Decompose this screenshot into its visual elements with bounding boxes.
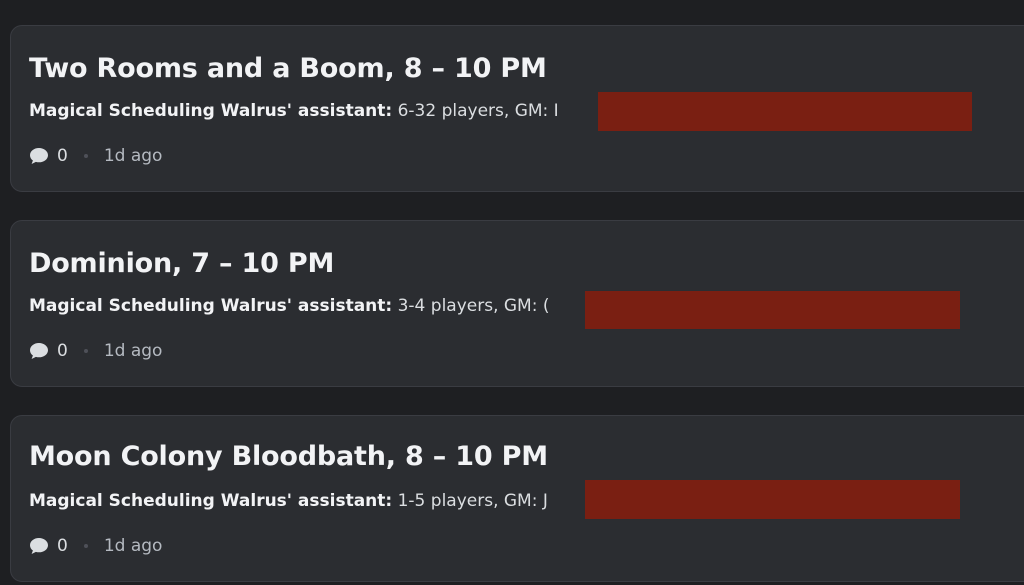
post-timestamp: 1d ago bbox=[103, 341, 163, 361]
speech-bubble-icon bbox=[29, 146, 51, 166]
meta-separator bbox=[83, 154, 88, 158]
post-preview-author: Magical Scheduling Walrus' assistant: bbox=[29, 491, 393, 511]
reply-count: 0 bbox=[57, 341, 68, 361]
forum-post-card[interactable]: Two Rooms and a Boom, 8 – 10 PM Magical … bbox=[10, 25, 1024, 192]
post-preview: Magical Scheduling Walrus' assistant: 3-… bbox=[29, 296, 603, 316]
forum-post-card[interactable]: Dominion, 7 – 10 PM Magical Scheduling W… bbox=[10, 220, 1024, 387]
meta-separator bbox=[83, 544, 88, 548]
meta-separator bbox=[83, 349, 88, 353]
post-preview-text: 1-5 players, GM: J bbox=[392, 491, 548, 511]
redacted-block bbox=[585, 291, 960, 329]
post-title: Dominion, 7 – 10 PM bbox=[29, 248, 335, 279]
post-timestamp: 1d ago bbox=[103, 536, 163, 556]
speech-bubble-icon bbox=[29, 341, 51, 361]
post-preview-author: Magical Scheduling Walrus' assistant: bbox=[29, 296, 393, 316]
post-meta: 0 1d ago bbox=[29, 536, 162, 556]
post-timestamp: 1d ago bbox=[103, 146, 163, 166]
post-preview-text: 3-4 players, GM: ( bbox=[392, 296, 550, 316]
post-preview: Magical Scheduling Walrus' assistant: 1-… bbox=[29, 491, 603, 511]
post-title: Moon Colony Bloodbath, 8 – 10 PM bbox=[29, 441, 548, 472]
post-meta: 0 1d ago bbox=[29, 146, 162, 166]
reply-count: 0 bbox=[57, 146, 68, 166]
speech-bubble-icon bbox=[29, 536, 51, 556]
post-preview: Magical Scheduling Walrus' assistant: 6-… bbox=[29, 101, 609, 121]
post-preview-author: Magical Scheduling Walrus' assistant: bbox=[29, 101, 393, 121]
forum-post-list: Two Rooms and a Boom, 8 – 10 PM Magical … bbox=[0, 0, 1024, 585]
redacted-block bbox=[598, 92, 972, 131]
post-title: Two Rooms and a Boom, 8 – 10 PM bbox=[29, 53, 547, 84]
reply-count: 0 bbox=[57, 536, 68, 556]
redacted-block bbox=[585, 480, 960, 519]
post-meta: 0 1d ago bbox=[29, 341, 162, 361]
post-preview-text: 6-32 players, GM: I bbox=[392, 101, 559, 121]
forum-post-card[interactable]: Moon Colony Bloodbath, 8 – 10 PM Magical… bbox=[10, 415, 1024, 582]
